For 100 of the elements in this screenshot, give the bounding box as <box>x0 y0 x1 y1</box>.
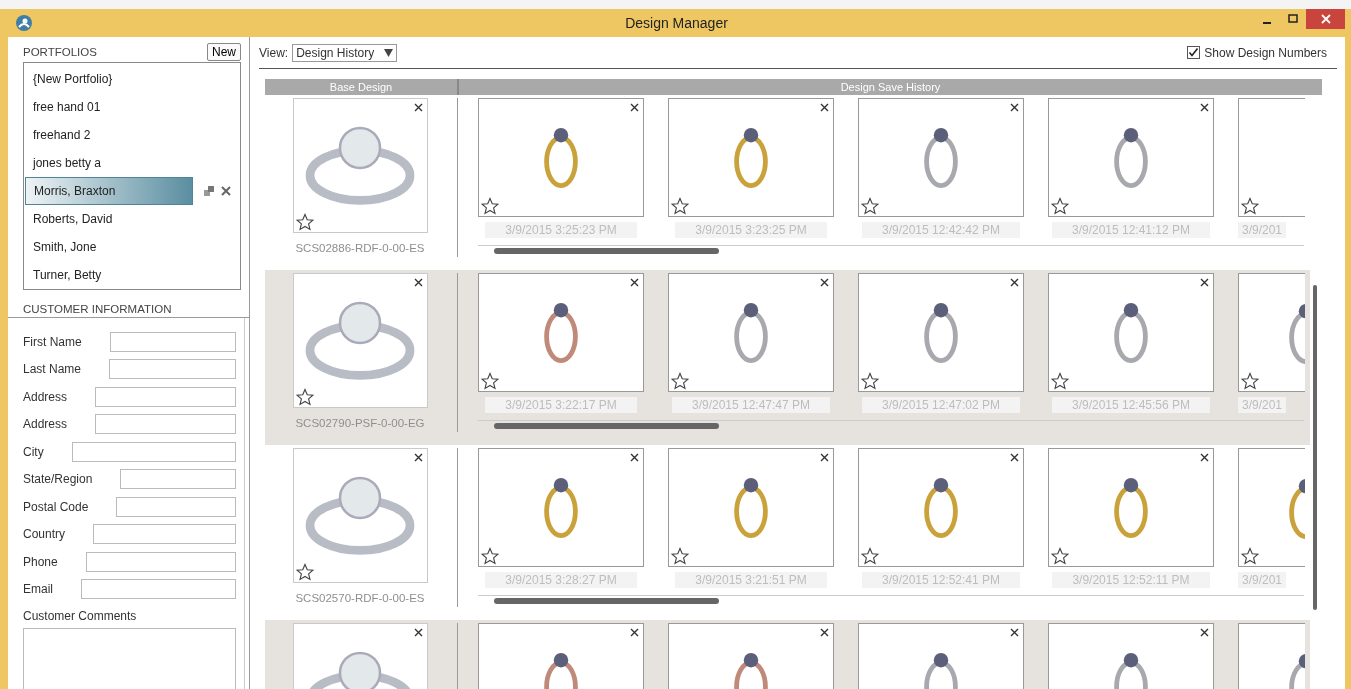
close-icon[interactable] <box>820 628 829 637</box>
ring-photo-placeholder <box>924 477 958 538</box>
field-label: Phone <box>23 554 58 569</box>
field-label: City <box>23 444 44 459</box>
star-icon[interactable] <box>295 563 314 581</box>
star-icon[interactable] <box>861 197 879 215</box>
star-icon[interactable] <box>1051 372 1069 390</box>
view-label: View: <box>259 45 289 60</box>
star-icon[interactable] <box>295 213 314 231</box>
input-field[interactable] <box>95 386 236 407</box>
star-icon[interactable] <box>1241 372 1259 390</box>
customer-comments-label: Customer Comments <box>23 609 138 623</box>
close-icon[interactable] <box>413 453 423 462</box>
ring-photo-placeholder <box>734 477 768 538</box>
close-icon[interactable] <box>820 453 829 462</box>
input-field[interactable] <box>109 359 236 380</box>
star-icon[interactable] <box>481 372 499 390</box>
ring-photo-placeholder <box>544 127 578 188</box>
star-icon[interactable] <box>295 388 314 406</box>
design-number: SCS02790-PSF-0-00-EG <box>295 417 425 429</box>
portfolio-item[interactable]: Turner, Betty <box>25 261 193 289</box>
column-header: Base Design <box>265 79 459 95</box>
star-icon[interactable] <box>671 372 689 390</box>
portfolio-item[interactable]: Roberts, David <box>25 205 193 233</box>
close-icon[interactable] <box>820 278 829 287</box>
input-field[interactable] <box>95 414 236 435</box>
input-field[interactable] <box>85 551 236 572</box>
close-icon[interactable] <box>1010 278 1019 287</box>
portfolio-item[interactable]: freehand 2 <box>25 121 193 149</box>
delete-icon[interactable] <box>221 186 231 196</box>
star-icon[interactable] <box>671 547 689 565</box>
input-field[interactable] <box>71 441 236 462</box>
input-field[interactable] <box>93 524 236 545</box>
close-icon[interactable] <box>1010 103 1019 112</box>
horizontal-scrollbar[interactable] <box>478 595 1304 604</box>
star-icon[interactable] <box>671 197 689 215</box>
app-logo-icon <box>16 15 32 31</box>
ring-photo-placeholder <box>924 302 958 363</box>
portfolios-heading: PORTFOLIOS <box>23 46 97 58</box>
close-icon[interactable] <box>1010 453 1019 462</box>
close-icon[interactable] <box>630 103 639 112</box>
portfolio-item[interactable]: Morris, Braxton <box>25 177 193 205</box>
star-icon[interactable] <box>861 547 879 565</box>
field-label: Address <box>23 389 68 404</box>
ring-photo-placeholder <box>544 302 578 363</box>
star-icon[interactable] <box>1241 547 1259 565</box>
close-icon[interactable] <box>1200 453 1209 462</box>
new-button[interactable]: New <box>207 43 241 61</box>
close-icon[interactable] <box>630 453 639 462</box>
design-number: SCS02570-RDF-0-00-ES <box>295 592 425 604</box>
close-icon[interactable] <box>1200 278 1209 287</box>
horizontal-scrollbar[interactable] <box>478 245 1304 254</box>
field-label: Country <box>23 527 66 542</box>
close-icon[interactable] <box>1010 628 1019 637</box>
portfolio-item[interactable]: Smith, Jone <box>25 233 193 261</box>
checkbox-label: Show Design Numbers <box>1204 45 1327 60</box>
rename-icon[interactable] <box>204 186 214 196</box>
field-label: Address <box>23 417 68 432</box>
star-icon[interactable] <box>1051 547 1069 565</box>
portfolio-item[interactable]: jones betty a <box>25 149 193 177</box>
close-icon[interactable] <box>413 628 423 637</box>
field-label: State/Region <box>23 472 93 487</box>
star-icon[interactable] <box>1051 197 1069 215</box>
close-icon <box>1320 14 1331 24</box>
portfolio-item[interactable]: {New Portfolio} <box>25 65 193 93</box>
close-icon[interactable] <box>820 103 829 112</box>
ring-photo-placeholder <box>1114 477 1148 538</box>
ring-photo-placeholder <box>734 127 768 188</box>
comments-field[interactable] <box>23 628 236 689</box>
close-icon[interactable] <box>413 103 423 112</box>
close-icon[interactable] <box>630 628 639 637</box>
close-icon[interactable] <box>1200 628 1209 637</box>
caret-icon <box>384 48 394 57</box>
input-field[interactable] <box>109 331 236 352</box>
input-field[interactable] <box>116 496 236 517</box>
view-dropdown[interactable]: Design History <box>292 43 398 62</box>
checkbox[interactable] <box>1187 46 1201 59</box>
star-icon[interactable] <box>481 197 499 215</box>
ring-photo-placeholder <box>734 302 768 363</box>
window-title: Design Manager <box>625 15 728 31</box>
close-icon[interactable] <box>413 278 423 287</box>
star-icon[interactable] <box>1241 197 1259 215</box>
ring-photo-placeholder <box>544 477 578 538</box>
ring-photo-placeholder <box>1114 127 1148 188</box>
input-field[interactable] <box>120 469 236 490</box>
minimize-icon <box>1263 22 1271 24</box>
input-field[interactable] <box>81 579 236 600</box>
close-icon[interactable] <box>630 278 639 287</box>
column-header: Design Save History <box>839 80 942 95</box>
close-button[interactable] <box>1306 9 1345 29</box>
horizontal-scrollbar[interactable] <box>478 420 1304 429</box>
star-icon[interactable] <box>481 547 499 565</box>
portfolio-item[interactable]: free hand 01 <box>25 93 193 121</box>
ring-photo-placeholder <box>1114 302 1148 363</box>
field-label: Email <box>23 582 53 597</box>
close-icon[interactable] <box>1200 103 1209 112</box>
field-label: Postal Code <box>23 499 89 514</box>
star-icon[interactable] <box>861 372 879 390</box>
ring-photo-placeholder <box>924 127 958 188</box>
design-number: SCS02886-RDF-0-00-ES <box>295 242 425 254</box>
